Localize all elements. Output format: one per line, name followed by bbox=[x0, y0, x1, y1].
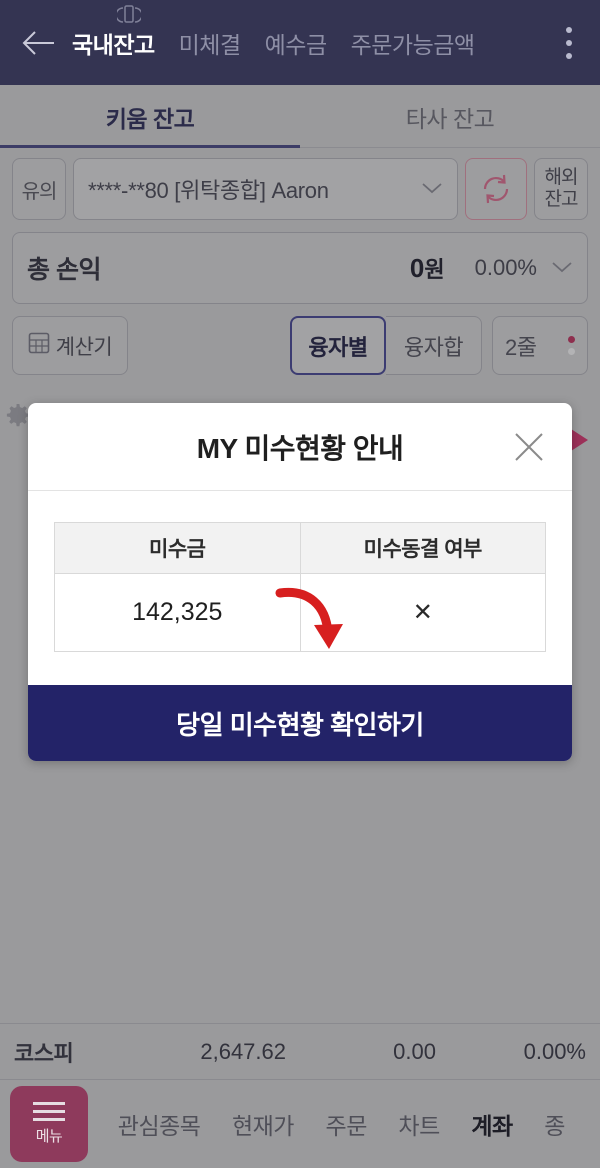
bottom-nav-items: 관심종목 현재가 주문 차트 계좌 종 bbox=[88, 1107, 590, 1141]
calculator-button[interactable]: 계산기 bbox=[12, 316, 128, 375]
account-label: ****-**80 [위탁종합] Aaron bbox=[88, 178, 329, 203]
menu-button-label: 메뉴 bbox=[35, 1128, 63, 1145]
filter-row: 계산기 융자별 융자합 2줄 bbox=[0, 304, 600, 375]
segment-loan-by[interactable]: 융자별 bbox=[290, 316, 386, 375]
total-pnl-amount: 0원 bbox=[410, 252, 445, 284]
sub-tab-divider bbox=[0, 147, 600, 148]
total-pnl-box[interactable]: 총 손익 0원 0.00% bbox=[12, 232, 588, 304]
nav-item-current-price[interactable]: 현재가 bbox=[232, 1107, 294, 1141]
market-ticker-bar[interactable]: 코스피 2,647.62 0.00 0.00% bbox=[0, 1023, 600, 1080]
chevron-down-icon[interactable] bbox=[551, 258, 573, 278]
total-pnl-label: 총 손익 bbox=[27, 256, 101, 284]
sub-tab-kiwoom-balance[interactable]: 키움 잔고 bbox=[0, 85, 300, 148]
cell-freeze-status: ✕ bbox=[299, 573, 546, 652]
modal-title: MY 미수현황 안내 bbox=[196, 432, 404, 464]
nav-item-order[interactable]: 주문 bbox=[326, 1107, 368, 1141]
modal-header: MY 미수현황 안내 bbox=[28, 403, 572, 491]
refresh-button[interactable] bbox=[465, 158, 527, 220]
ticker-value: 2,647.62 bbox=[200, 1038, 286, 1064]
sub-tab-bar: 키움 잔고 타사 잔고 bbox=[0, 85, 600, 148]
bottom-navigation-bar: 메뉴 관심종목 현재가 주문 차트 계좌 종 bbox=[0, 1080, 600, 1168]
modal-body: 미수금 미수동결 여부 142,325 ✕ bbox=[28, 491, 572, 685]
back-button[interactable] bbox=[14, 19, 62, 67]
ticker-change-percent: 0.00% bbox=[523, 1038, 586, 1064]
device-badge-icon bbox=[115, 4, 143, 26]
header-tab-list: 국내잔고 미체결 예수금 주문가능금액 bbox=[62, 4, 552, 60]
account-row: 유의 ****-**80 [위탁종합] Aaron 해외 잔고 bbox=[0, 148, 600, 226]
header-tab-deposit[interactable]: 예수금 bbox=[265, 26, 327, 60]
calculator-icon bbox=[28, 332, 50, 360]
top-header: 국내잔고 미체결 예수금 주문가능금액 bbox=[0, 0, 600, 85]
table-header-row: 미수금 미수동결 여부 bbox=[54, 522, 546, 574]
menu-button[interactable]: 메뉴 bbox=[10, 1086, 88, 1162]
column-header-receivable-amount: 미수금 bbox=[54, 522, 301, 574]
cell-receivable-amount: 142,325 bbox=[54, 573, 301, 652]
loan-view-segmented-control: 융자별 융자합 bbox=[290, 316, 482, 375]
confirm-receivables-label: 당일 미수현황 확인하기 bbox=[176, 709, 424, 740]
nav-item-watchlist[interactable]: 관심종목 bbox=[118, 1107, 201, 1141]
nav-item-chart[interactable]: 차트 bbox=[398, 1107, 440, 1141]
receivables-modal: MY 미수현황 안내 미수금 미수동결 여부 142,325 ✕ 당일 미수현황… bbox=[28, 403, 572, 761]
ticker-name: 코스피 bbox=[14, 1040, 74, 1066]
hamburger-icon bbox=[33, 1102, 65, 1121]
overseas-balance-line2: 잔고 bbox=[544, 189, 579, 210]
warning-button[interactable]: 유의 bbox=[12, 158, 66, 220]
currency-unit: 원 bbox=[424, 257, 445, 282]
header-tab-unfilled[interactable]: 미체결 bbox=[179, 26, 241, 60]
account-select[interactable]: ****-**80 [위탁종합] Aaron bbox=[73, 158, 458, 220]
confirm-receivables-button[interactable]: 당일 미수현황 확인하기 bbox=[28, 685, 572, 761]
header-tab-domestic-balance[interactable]: 국내잔고 bbox=[72, 26, 155, 60]
segment-loan-sum[interactable]: 융자합 bbox=[386, 316, 482, 375]
overseas-balance-button[interactable]: 해외 잔고 bbox=[534, 158, 588, 220]
calculator-label: 계산기 bbox=[55, 335, 113, 359]
total-pnl-percent: 0.00% bbox=[474, 255, 537, 280]
row-count-label: 2줄 bbox=[505, 334, 537, 360]
app-screen: 국내잔고 미체결 예수금 주문가능금액 키움 잔고 타사 잔고 유의 ****-… bbox=[0, 0, 600, 1168]
column-header-freeze-status: 미수동결 여부 bbox=[299, 522, 546, 574]
kebab-menu-icon[interactable] bbox=[552, 13, 586, 73]
ticker-change: 0.00 bbox=[393, 1038, 436, 1064]
chevron-down-icon bbox=[421, 179, 443, 199]
total-pnl-value: 0 bbox=[409, 253, 425, 283]
nav-item-more[interactable]: 종 bbox=[544, 1107, 574, 1141]
overseas-balance-line1: 해외 bbox=[544, 167, 579, 188]
row-count-button[interactable]: 2줄 bbox=[492, 316, 588, 375]
header-tab-orderable-amount[interactable]: 주문가능금액 bbox=[351, 26, 475, 60]
close-icon[interactable] bbox=[508, 426, 550, 468]
table-row: 142,325 ✕ bbox=[54, 573, 546, 652]
nav-item-account[interactable]: 계좌 bbox=[471, 1107, 513, 1141]
sub-tab-other-balance[interactable]: 타사 잔고 bbox=[300, 85, 600, 148]
row-count-indicator-icon bbox=[568, 336, 575, 355]
receivables-table: 미수금 미수동결 여부 142,325 ✕ bbox=[54, 522, 546, 652]
